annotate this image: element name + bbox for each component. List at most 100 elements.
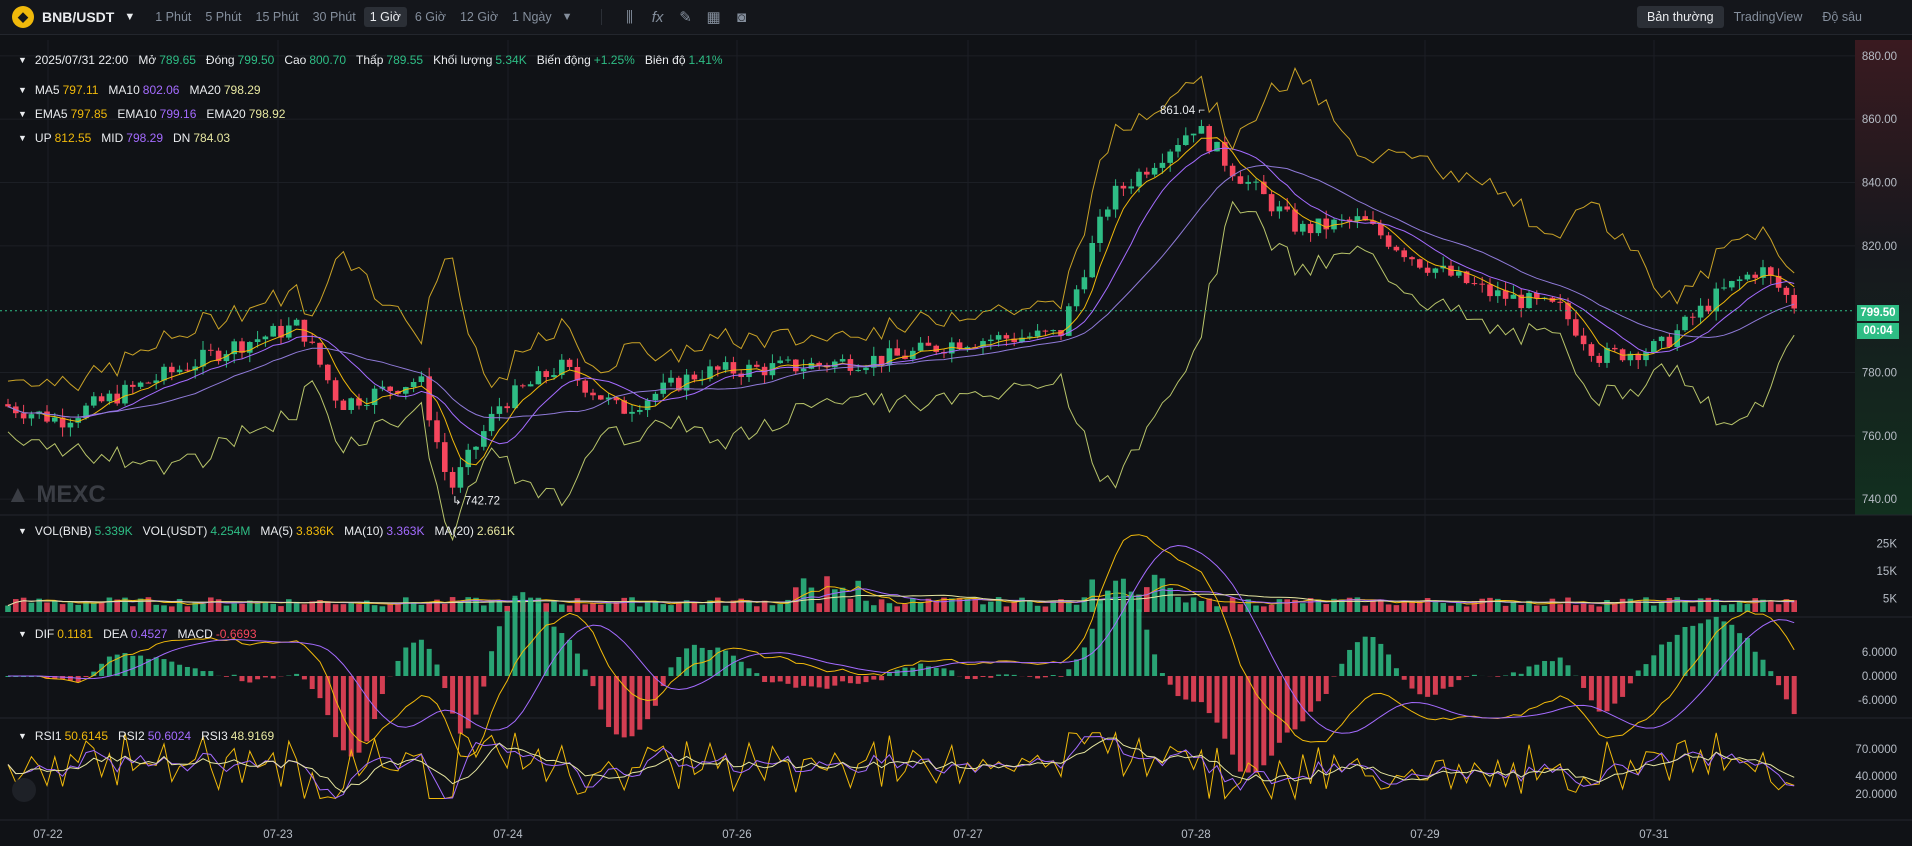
macd-bar xyxy=(504,611,510,676)
candle-type-icon[interactable]: ⫼ xyxy=(616,9,644,26)
macd-bar xyxy=(1159,673,1165,676)
collapse-chevron-icon[interactable]: ▼ xyxy=(18,526,27,536)
volume-bar xyxy=(1190,597,1197,612)
interval-6h[interactable]: 6 Giờ xyxy=(409,7,452,27)
volume-bar xyxy=(1409,601,1415,612)
chart-canvas[interactable]: 07-22 07-23 07-24 07-26 07-27 07-28 07-29 07-31… xyxy=(0,34,1912,846)
volume-bar xyxy=(1136,594,1142,612)
mode-basic[interactable]: Bản thường xyxy=(1636,6,1724,28)
boll-lower-line xyxy=(7,200,1795,542)
volume-bar xyxy=(1019,597,1025,612)
date-label: 07-22 xyxy=(33,829,62,841)
candle-body xyxy=(1003,335,1010,339)
macd-bar xyxy=(1791,676,1797,715)
candle-body xyxy=(106,393,113,402)
candle-body xyxy=(574,366,581,381)
volume-bar xyxy=(1144,587,1150,612)
volume-bar xyxy=(590,603,596,612)
ma10-value: 802.06 xyxy=(142,83,180,97)
macd-bar xyxy=(434,664,440,676)
collapse-chevron-icon[interactable]: ▼ xyxy=(18,629,27,639)
volume-bar xyxy=(1003,606,1010,612)
macd-bar xyxy=(972,676,978,680)
macd-bar xyxy=(496,626,502,676)
volume-bar xyxy=(1463,606,1470,612)
candle-body xyxy=(785,359,791,361)
macd-bar xyxy=(847,676,853,684)
collapse-chevron-icon[interactable]: ▼ xyxy=(18,85,27,95)
macd-bar xyxy=(1050,675,1056,676)
candle-body xyxy=(1050,330,1056,332)
candle-body xyxy=(176,369,183,373)
volume-bar xyxy=(1729,604,1735,612)
volume-bar xyxy=(1658,601,1665,612)
macd-bar xyxy=(1066,669,1072,676)
amplitude-value: 1.41% xyxy=(688,53,723,67)
vol-usdt-value: 4.254M xyxy=(210,524,251,538)
macd-bar xyxy=(1588,676,1594,701)
candle-body xyxy=(1378,223,1384,236)
watermark: ▲ MEXC xyxy=(6,481,106,508)
candle-body xyxy=(1424,267,1431,273)
candle-body xyxy=(1612,347,1618,350)
low-value: 789.55 xyxy=(386,53,424,67)
volume-bar xyxy=(1229,597,1236,612)
interval-dropdown-icon[interactable]: ▼ xyxy=(562,11,573,23)
volume-bar xyxy=(886,603,893,612)
collapse-chevron-icon[interactable]: ▼ xyxy=(18,133,27,143)
collapse-chevron-icon[interactable]: ▼ xyxy=(18,55,27,65)
volume-bar xyxy=(1261,606,1267,612)
rsi2-line xyxy=(7,735,1795,800)
candle-body xyxy=(1128,186,1134,189)
mode-tradingview[interactable]: TradingView xyxy=(1724,6,1813,28)
volume-bar xyxy=(1573,605,1579,612)
volume-bar xyxy=(75,604,81,612)
volume-bar xyxy=(1027,600,1033,612)
volume-tick: 15K xyxy=(1877,566,1898,578)
volume-bar xyxy=(1237,604,1244,612)
interval-1h[interactable]: 1 Giờ xyxy=(363,7,407,27)
mode-depth[interactable]: Độ sâu xyxy=(1812,6,1872,28)
candle-body xyxy=(28,414,35,419)
toolbar-divider xyxy=(600,9,602,25)
macd-bar xyxy=(949,670,955,676)
symbol-label[interactable]: BNB/USDT xyxy=(42,9,114,25)
volume-bar xyxy=(1284,599,1290,612)
volume-bar xyxy=(348,602,354,612)
macd-bar xyxy=(372,676,378,720)
volume-bar xyxy=(1651,605,1657,612)
volume-bar xyxy=(395,603,401,612)
candle-body xyxy=(1198,126,1205,134)
candle-body xyxy=(925,342,932,346)
volume-bar xyxy=(1557,604,1563,612)
candle-body xyxy=(722,362,729,370)
collapse-chevron-icon[interactable]: ▼ xyxy=(18,731,27,741)
interval-30m[interactable]: 30 Phút xyxy=(307,7,362,27)
draw-pencil-icon[interactable]: ✎ xyxy=(672,8,700,26)
macd-bar xyxy=(691,644,697,676)
interval-12h[interactable]: 12 Giờ xyxy=(454,7,504,27)
price-tick: 880.00 xyxy=(1862,51,1897,63)
interval-1d[interactable]: 1 Ngày xyxy=(506,7,558,27)
candle-body xyxy=(44,411,50,422)
interval-5m[interactable]: 5 Phút xyxy=(199,7,247,27)
candle-body xyxy=(637,410,643,412)
screenshot-camera-icon[interactable]: ◙ xyxy=(728,9,756,26)
interval-1m[interactable]: 1 Phút xyxy=(149,7,197,27)
candle-body xyxy=(317,342,323,365)
volume-bar xyxy=(1432,602,1439,612)
candle-body xyxy=(1752,274,1758,278)
macd-bar xyxy=(801,676,807,686)
indicator-icon[interactable]: fx xyxy=(644,9,672,26)
macd-legend: ▼ DIF 0.1181 DEA 0.4527 MACD -0.6693 xyxy=(18,627,257,641)
symbol-dropdown-icon[interactable]: ▼ xyxy=(124,11,135,23)
volume-bar xyxy=(457,601,464,612)
volume-bar xyxy=(67,602,74,612)
macd-bar xyxy=(1198,676,1204,703)
layout-grid-icon[interactable]: ▦ xyxy=(700,8,728,26)
volume-bar xyxy=(722,605,729,612)
volume-bar xyxy=(644,602,651,612)
volume-bar xyxy=(761,600,768,612)
collapse-chevron-icon[interactable]: ▼ xyxy=(18,109,27,119)
interval-15m[interactable]: 15 Phút xyxy=(250,7,305,27)
